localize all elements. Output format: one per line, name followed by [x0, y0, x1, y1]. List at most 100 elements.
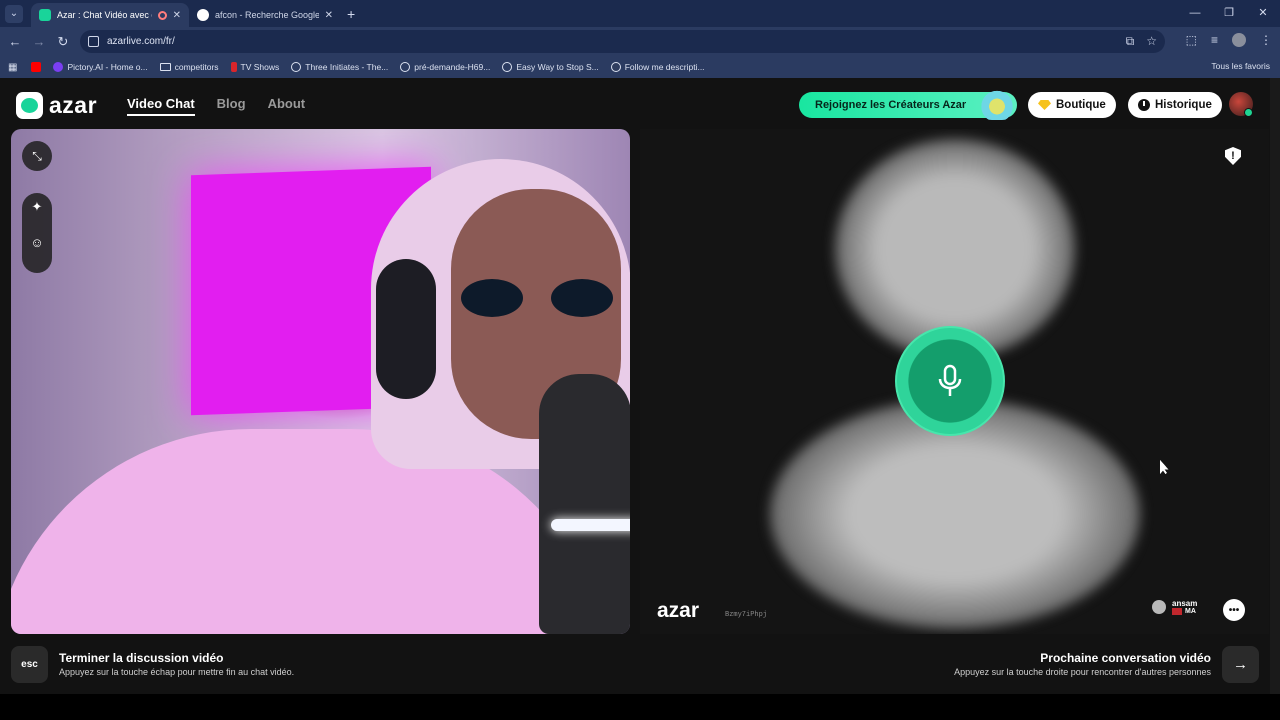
creators-badge-icon [977, 90, 1017, 120]
forward-icon[interactable]: → [27, 34, 51, 49]
browser-toolbar: ← → ↻ azarlive.com/fr/ ⧉ ☆ ⬚ ≡ ⋮ [0, 27, 1280, 56]
peer-country: MA [1172, 608, 1197, 615]
tab-google[interactable]: afcon - Recherche Google ✕ [189, 3, 341, 27]
new-tab-button[interactable]: + [347, 6, 355, 22]
bookmark-label: Three Initiates - The... [305, 62, 389, 72]
close-tab-icon[interactable]: ✕ [173, 10, 181, 21]
voice-only-mic-icon [895, 326, 1005, 436]
close-window-icon[interactable]: ✕ [1246, 0, 1280, 27]
close-tab-icon[interactable]: ✕ [325, 10, 333, 21]
local-video [11, 129, 630, 634]
bookmark-pictory[interactable]: Pictory.AI - Home o... [53, 62, 148, 72]
back-icon[interactable]: ← [3, 34, 27, 49]
tab-search-button[interactable]: ⌄ [5, 4, 23, 23]
azar-logo-icon [16, 92, 43, 119]
recording-icon [157, 10, 167, 20]
end-chat-title: Terminer la discussion vidéo [59, 651, 224, 665]
sunglasses [461, 279, 621, 319]
azar-page: azar Video Chat Blog About Rejoignez les… [0, 78, 1280, 694]
bookmark-competitors[interactable]: competitors [159, 62, 219, 72]
url-text: azarlive.com/fr/ [107, 36, 175, 47]
tab-title: Azar : Chat Vidéo avec de n [57, 10, 152, 20]
tab-azar[interactable]: Azar : Chat Vidéo avec de n ✕ [31, 3, 189, 27]
microphone-icon [938, 364, 962, 396]
folder-icon [159, 63, 171, 71]
pictory-icon [53, 62, 64, 72]
end-chat-subtitle: Appuyez sur la touche échap pour mettre … [59, 667, 295, 677]
report-shield-icon[interactable]: ! [1225, 147, 1241, 165]
bookmark-follow-me[interactable]: Follow me descripti... [610, 62, 705, 72]
globe-icon [291, 62, 302, 72]
bookmark-label: TV Shows [240, 62, 280, 72]
online-status-icon [1244, 108, 1253, 117]
history-label: Historique [1155, 99, 1212, 111]
browser-tab-bar: ⌄ Azar : Chat Vidéo avec de n ✕ afcon - … [0, 0, 1280, 27]
bookmark-star-icon[interactable]: ☆ [1146, 34, 1157, 49]
bookmark-icon [230, 62, 237, 72]
extensions-icon[interactable]: ⬚ [1186, 33, 1197, 47]
profile-avatar[interactable] [1232, 33, 1246, 47]
country-code: MA [1185, 608, 1196, 615]
azar-logo[interactable]: azar [16, 92, 97, 119]
all-bookmarks-button[interactable]: Tous les favoris [1206, 61, 1270, 71]
azar-watermark: azar [657, 599, 700, 622]
history-button[interactable]: Historique [1128, 92, 1222, 118]
watermark-id: Bzmy7iPhpj [725, 611, 768, 619]
tab-title: afcon - Recherche Google [215, 10, 319, 20]
peer-info[interactable]: ansam MA [1152, 599, 1197, 615]
main-nav: Video Chat Blog About [127, 96, 305, 116]
nav-video-chat[interactable]: Video Chat [127, 96, 195, 116]
clock-icon [1138, 99, 1150, 111]
headphones [376, 259, 436, 399]
media-control-icon[interactable]: ≡ [1211, 33, 1218, 47]
menu-icon[interactable]: ⋮ [1260, 33, 1272, 47]
reload-icon[interactable]: ↻ [51, 34, 75, 50]
shop-label: Boutique [1056, 99, 1106, 111]
effects-toolbar: ✦ ☺ [22, 193, 52, 273]
bookmark-label: Tous les favoris [1211, 61, 1270, 71]
nav-blog[interactable]: Blog [217, 96, 246, 116]
remote-video: ! azar Bzmy7iPhpj ansam MA ••• [640, 129, 1269, 634]
face-filter-icon[interactable]: ☺ [22, 235, 52, 250]
join-creators-button[interactable]: Rejoignez les Créateurs Azar [799, 90, 1017, 120]
minimize-icon[interactable]: — [1178, 0, 1212, 27]
google-favicon-icon [197, 9, 209, 21]
page-scrollbar[interactable] [1270, 78, 1280, 694]
bookmark-label: Follow me descripti... [624, 62, 705, 72]
shop-button[interactable]: Boutique [1028, 92, 1116, 118]
bookmark-youtube[interactable] [31, 62, 42, 72]
globe-icon [400, 62, 411, 72]
sparkle-effects-icon[interactable]: ✦ [22, 199, 52, 215]
chat-icon[interactable]: ••• [1223, 599, 1245, 621]
next-chat-title: Prochaine conversation vidéo [1040, 651, 1211, 665]
globe-icon [610, 62, 621, 72]
microphone-light [551, 519, 630, 531]
bookmark-label: Easy Way to Stop S... [516, 62, 599, 72]
install-app-icon[interactable]: ⧉ [1126, 34, 1135, 49]
bookmark-tv-shows[interactable]: TV Shows [230, 62, 280, 72]
logo-text: azar [49, 92, 98, 118]
address-bar[interactable]: azarlive.com/fr/ ⧉ ☆ [80, 30, 1165, 53]
bookmark-pre-demande[interactable]: pré-demande-H69... [400, 62, 490, 72]
bookmark-label: Pictory.AI - Home o... [67, 62, 148, 72]
site-info-icon[interactable] [88, 36, 99, 47]
microphone [539, 374, 630, 634]
bookmark-label: competitors [174, 62, 219, 72]
azar-favicon-icon [39, 9, 51, 21]
nav-about[interactable]: About [268, 96, 306, 116]
bookmark-three-initiates[interactable]: Three Initiates - The... [291, 62, 388, 72]
globe-icon [502, 62, 513, 72]
restore-icon[interactable]: ❐ [1212, 0, 1246, 27]
user-icon [1152, 600, 1166, 614]
bookmark-easy-way[interactable]: Easy Way to Stop S... [502, 62, 599, 72]
creators-label: Rejoignez les Créateurs Azar [815, 99, 967, 111]
site-header: azar Video Chat Blog About Rejoignez les… [0, 78, 1280, 128]
peer-name: ansam [1172, 599, 1198, 608]
next-chat-button[interactable]: → [1222, 646, 1259, 683]
window-controls: — ❐ ✕ [1178, 0, 1280, 27]
minimize-video-icon[interactable]: ⤡ [22, 141, 52, 171]
esc-key-button[interactable]: esc [11, 646, 48, 683]
next-chat-subtitle: Appuyez sur la touche droite pour rencon… [954, 667, 1211, 677]
apps-grid-icon[interactable]: ▦ [8, 62, 17, 73]
bookmark-label: pré-demande-H69... [414, 62, 491, 72]
